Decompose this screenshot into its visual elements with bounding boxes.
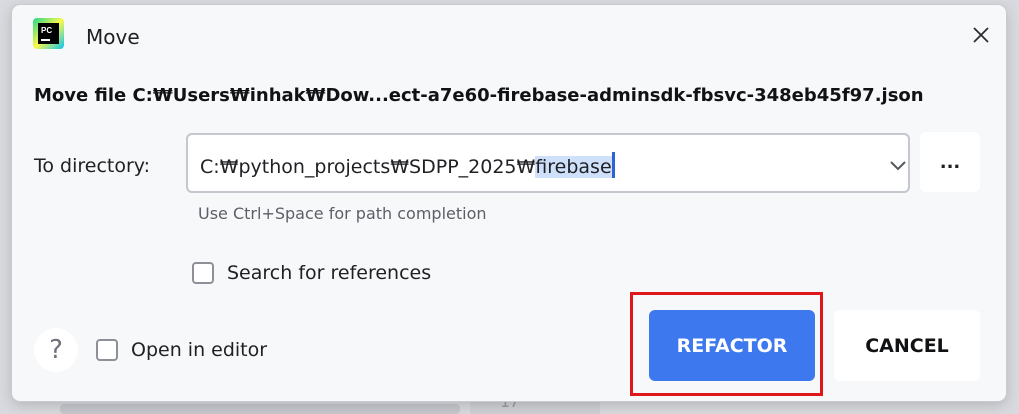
search-references-option[interactable]: Search for references [192, 262, 431, 284]
dialog-title: Move [86, 25, 140, 49]
open-in-editor-option[interactable]: Open in editor [96, 339, 267, 361]
directory-value-prefix: C:₩python_projects₩SDPP_2025₩ [200, 156, 536, 178]
open-in-editor-checkbox[interactable] [96, 339, 118, 361]
search-references-checkbox[interactable] [192, 262, 214, 284]
pycharm-icon: PC [33, 18, 64, 49]
refactor-button[interactable]: REFACTOR [649, 310, 815, 381]
close-icon [973, 27, 989, 43]
chevron-down-icon [890, 161, 906, 171]
to-directory-label: To directory: [34, 155, 151, 177]
help-button[interactable]: ? [34, 328, 78, 372]
browse-button[interactable]: ... [920, 132, 980, 192]
search-references-label: Search for references [227, 262, 432, 284]
combobox-dropdown-button[interactable] [888, 155, 908, 175]
path-completion-hint: Use Ctrl+Space for path completion [198, 204, 487, 223]
to-directory-input[interactable]: C:₩python_projects₩SDPP_2025₩firebase [200, 152, 615, 178]
to-directory-combobox[interactable]: C:₩python_projects₩SDPP_2025₩firebase [186, 133, 910, 193]
move-dialog: PC Move Move file C:₩Users₩inhak₩Dow...e… [12, 5, 1006, 401]
open-in-editor-label: Open in editor [131, 339, 268, 361]
editor-scrollbar [60, 404, 460, 414]
app-icon-text: PC [41, 26, 52, 35]
close-button[interactable] [967, 21, 995, 49]
cancel-button[interactable]: CANCEL [834, 310, 980, 381]
directory-value-selected: firebase [535, 156, 612, 178]
move-file-heading: Move file C:₩Users₩inhak₩Dow...ect-a7e60… [34, 85, 924, 106]
text-caret [611, 152, 615, 178]
